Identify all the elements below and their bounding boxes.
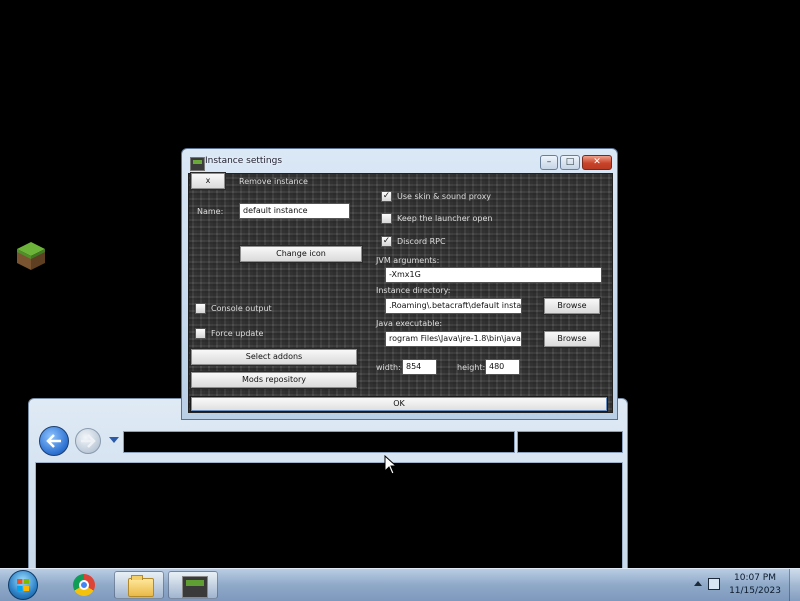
betacraft-app-icon — [190, 157, 205, 171]
show-desktop-button[interactable] — [789, 569, 800, 601]
forward-button[interactable] — [75, 428, 101, 454]
mouse-cursor-icon — [384, 455, 398, 475]
skin-sound-proxy-checkbox[interactable]: ✓ — [381, 191, 392, 202]
remove-instance-label: Remove instance — [239, 177, 308, 186]
java-executable-label: Java executable: — [376, 319, 443, 328]
clock-date: 11/15/2023 — [729, 586, 781, 596]
width-input[interactable]: 854 — [402, 359, 437, 375]
system-clock[interactable]: 10:07 PM 11/15/2023 — [724, 572, 786, 598]
remove-instance-button[interactable]: x — [190, 172, 226, 190]
minimize-button[interactable]: – — [540, 155, 558, 170]
java-executable-input[interactable]: rogram Files\Java\jre-1.8\bin\java.exe — [385, 331, 522, 347]
taskbar-betacraft[interactable] — [168, 571, 218, 599]
browse-instance-directory-button[interactable]: Browse — [543, 297, 601, 315]
show-hidden-icons-icon[interactable] — [694, 581, 702, 586]
skin-sound-proxy-label: Use skin & sound proxy — [397, 192, 492, 201]
search-box[interactable] — [517, 431, 623, 453]
grass-block-icon — [17, 242, 45, 270]
jvm-arguments-label: JVM arguments: — [376, 256, 440, 265]
mods-repository-button[interactable]: Mods repository — [190, 371, 358, 389]
browse-java-executable-button[interactable]: Browse — [543, 330, 601, 348]
maximize-button[interactable]: □ — [560, 155, 580, 170]
width-label: width: — [376, 363, 401, 372]
change-icon-button[interactable]: Change icon — [239, 245, 363, 263]
clock-time: 10:07 PM — [734, 573, 776, 583]
select-addons-button[interactable]: Select addons — [190, 348, 358, 366]
network-icon[interactable] — [708, 578, 720, 590]
recent-pages-dropdown-icon[interactable] — [109, 437, 119, 443]
explorer-window — [28, 398, 628, 572]
instance-directory-label: Instance directory: — [376, 286, 451, 295]
jvm-arguments-input[interactable]: -Xmx1G — [385, 267, 602, 283]
ok-button[interactable]: OK — [190, 396, 608, 412]
forward-arrow-icon — [81, 434, 96, 448]
keep-launcher-open-label: Keep the launcher open — [397, 214, 493, 223]
folder-icon — [128, 575, 154, 597]
height-label: height: — [457, 363, 486, 372]
console-output-checkbox[interactable] — [195, 303, 206, 314]
instance-directory-input[interactable]: .Roaming\.betacraft\default instance\ — [385, 298, 522, 314]
back-button[interactable] — [39, 426, 69, 456]
keep-launcher-open-checkbox[interactable] — [381, 213, 392, 224]
force-update-label: Force update — [211, 329, 264, 338]
window-title: Instance settings — [205, 156, 283, 166]
taskbar: 10:07 PM 11/15/2023 — [0, 568, 800, 601]
name-label: Name: — [197, 207, 224, 216]
betacraft-launcher-icon — [182, 576, 208, 598]
height-input[interactable]: 480 — [485, 359, 520, 375]
discord-rpc-checkbox[interactable]: ✓ — [381, 236, 392, 247]
console-output-label: Console output — [211, 304, 272, 313]
close-button[interactable]: ✕ — [582, 155, 612, 170]
address-bar[interactable] — [123, 431, 515, 453]
force-update-checkbox[interactable] — [195, 328, 206, 339]
taskbar-chrome[interactable] — [60, 571, 110, 599]
taskbar-file-explorer[interactable] — [114, 571, 164, 599]
back-arrow-icon — [46, 434, 61, 448]
instance-name-input[interactable]: default instance — [239, 203, 350, 219]
discord-rpc-label: Discord RPC — [397, 237, 446, 246]
explorer-content-area — [35, 462, 623, 572]
chrome-icon — [73, 574, 95, 596]
start-button[interactable] — [8, 570, 38, 600]
